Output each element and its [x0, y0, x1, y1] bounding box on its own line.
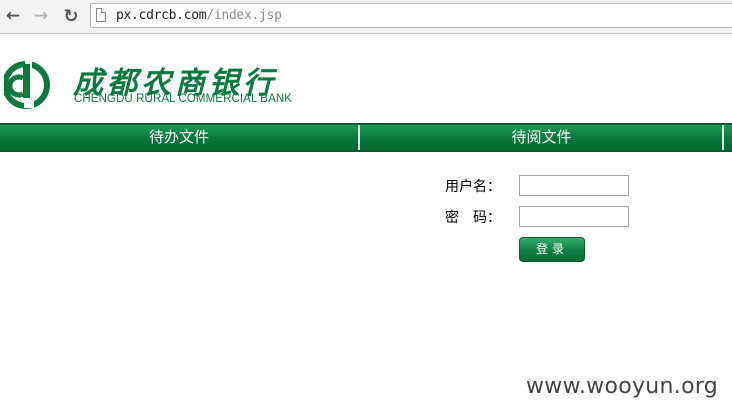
reload-icon[interactable]: ↻ — [60, 5, 82, 27]
bank-name-english: CHENGDU RURAL COMMERCIAL BANK — [74, 93, 293, 105]
back-arrow-icon[interactable]: ← — [2, 5, 24, 27]
url-host: px.cdrcb.com — [116, 8, 207, 23]
bank-logo[interactable]: 成都农商银行 CHENGDU RURAL COMMERCIAL BANK — [4, 56, 304, 112]
browser-toolbar: ← → ↻ px.cdrcb.com/index.jsp — [0, 0, 732, 34]
username-input[interactable] — [519, 175, 629, 196]
main-nav-bar: 待办文件 待阅文件 — [0, 123, 732, 152]
password-input[interactable] — [519, 206, 629, 227]
tab-documents-to-read[interactable]: 待阅文件 — [361, 125, 722, 150]
address-bar[interactable]: px.cdrcb.com/index.jsp — [90, 3, 732, 28]
login-button[interactable]: 登录 — [519, 237, 585, 262]
url-text[interactable]: px.cdrcb.com/index.jsp — [116, 8, 282, 23]
bank-emblem-icon — [4, 56, 50, 109]
watermark-text: www.wooyun.org — [526, 374, 719, 399]
username-label: 用户名： — [445, 179, 501, 195]
page-icon — [96, 8, 106, 22]
url-path: /index.jsp — [206, 8, 282, 23]
password-label: 密 码： — [445, 210, 501, 226]
forward-arrow-icon[interactable]: → — [30, 5, 52, 27]
tab-pending-documents[interactable]: 待办文件 — [0, 125, 358, 150]
nav-divider — [722, 125, 724, 150]
nav-divider — [358, 125, 360, 150]
